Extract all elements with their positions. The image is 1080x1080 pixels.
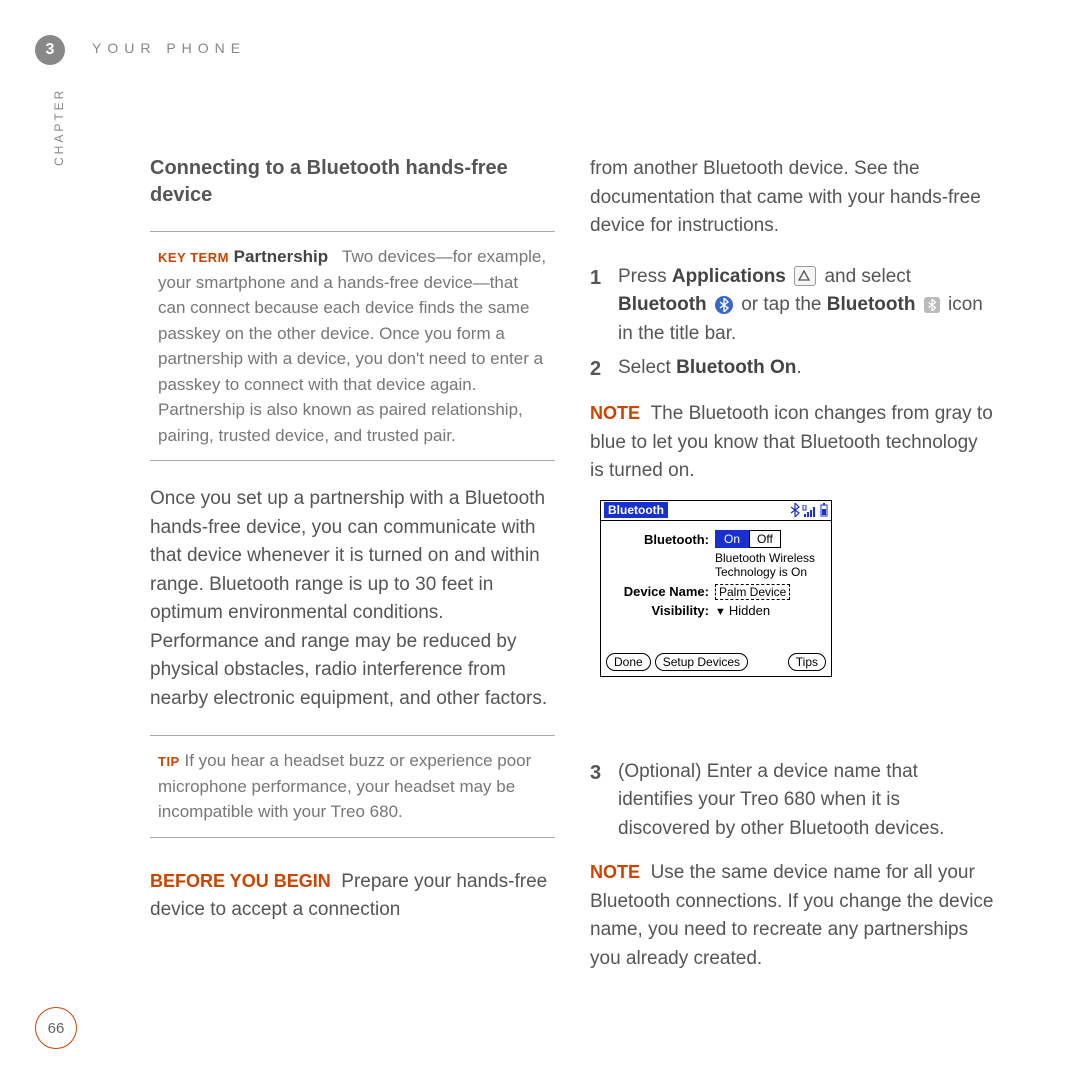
note-label: NOTE (590, 403, 640, 423)
step-text-frag: and select (824, 266, 911, 287)
step-3: 3 (Optional) Enter a device name that id… (590, 758, 995, 844)
key-term-term: Partnership (234, 247, 328, 266)
step-number: 2 (590, 354, 618, 384)
bt-title: Bluetooth (604, 502, 668, 518)
bt-body: Bluetooth: OnOff Bluetooth Wireless Tech… (601, 521, 831, 650)
page-number: 66 (35, 1007, 77, 1049)
chapter-number-badge: 3 (35, 35, 65, 65)
applications-icon (794, 266, 816, 286)
step-text-bold: Bluetooth On (676, 357, 796, 378)
note-1: NOTE The Bluetooth icon changes from gra… (590, 400, 995, 486)
visibility-value: Hidden (729, 603, 770, 618)
step-text-bold: Applications (672, 266, 786, 287)
bt-title-icons (790, 503, 828, 517)
tip-label: TIP (158, 754, 180, 769)
bluetooth-screenshot: Bluetooth Bluetooth: OnOff Bluetooth Wir… (600, 500, 832, 677)
bluetooth-blue-icon (715, 296, 733, 314)
before-begin-label: BEFORE YOU BEGIN (150, 871, 331, 891)
signal-icon (802, 505, 818, 517)
bt-titlebar: Bluetooth (601, 501, 831, 521)
left-column: Connecting to a Bluetooth hands-free dev… (150, 155, 555, 947)
bt-field-bluetooth: Bluetooth: OnOff (609, 530, 823, 548)
continuation-text: from another Bluetooth device. See the d… (590, 155, 995, 241)
done-button[interactable]: Done (606, 653, 651, 671)
before-you-begin: BEFORE YOU BEGIN Prepare your hands-free… (150, 868, 555, 925)
chevron-down-icon: ▼ (715, 606, 726, 618)
step-text: (Optional) Enter a device name that iden… (618, 758, 995, 844)
battery-icon (820, 503, 828, 517)
bt-status-text: Bluetooth Wireless Technology is On (715, 551, 823, 580)
running-head: YOUR PHONE (92, 40, 246, 56)
bt-field-label: Device Name: (609, 584, 715, 599)
key-term-label: KEY TERM (158, 250, 229, 265)
key-term-text: Two devices—for example, your smartphone… (158, 247, 546, 445)
note-text: The Bluetooth icon changes from gray to … (590, 403, 993, 481)
bluetooth-gray-icon (924, 297, 940, 313)
bt-button-row: Done Setup Devices Tips (601, 650, 831, 676)
step-1: 1 Press Applications and select Bluetoot… (590, 263, 995, 349)
visibility-dropdown[interactable]: ▼Hidden (715, 603, 770, 618)
step-number: 1 (590, 263, 618, 349)
tips-button[interactable]: Tips (788, 653, 826, 671)
device-name-field[interactable]: Palm Device (715, 584, 790, 600)
step-text-frag: or tap the (741, 294, 827, 315)
tip-text: If you hear a headset buzz or experience… (158, 751, 531, 821)
bt-field-devicename: Device Name: Palm Device (609, 584, 823, 600)
manual-page: 3 YOUR PHONE CHAPTER Connecting to a Blu… (0, 0, 1080, 1080)
setup-devices-button[interactable]: Setup Devices (655, 653, 748, 671)
step-text-frag: Select (618, 357, 676, 378)
note-text: Use the same device name for all your Bl… (590, 862, 994, 969)
step-text-bold: Bluetooth (827, 294, 916, 315)
bluetooth-status-icon (790, 503, 800, 517)
step-text-frag: Press (618, 266, 672, 287)
chapter-label: CHAPTER (52, 88, 66, 166)
key-term-callout: KEY TERM Partnership Two devices—for exa… (150, 231, 555, 461)
body-paragraph: Once you set up a partnership with a Blu… (150, 485, 555, 713)
bt-on-button[interactable]: On (715, 530, 749, 548)
step-2: 2 Select Bluetooth On. (590, 354, 995, 384)
bt-field-label: Bluetooth: (609, 532, 715, 547)
note-label: NOTE (590, 862, 640, 882)
bt-off-button[interactable]: Off (749, 530, 781, 548)
step-number: 3 (590, 758, 618, 844)
tip-callout: TIP If you hear a headset buzz or experi… (150, 735, 555, 838)
section-title: Connecting to a Bluetooth hands-free dev… (150, 155, 555, 209)
bt-field-label: Visibility: (609, 603, 715, 618)
note-2: NOTE Use the same device name for all yo… (590, 859, 995, 973)
bt-field-visibility: Visibility: ▼Hidden (609, 603, 823, 618)
step-text-bold: Bluetooth (618, 294, 707, 315)
step-text-frag: . (796, 357, 801, 378)
